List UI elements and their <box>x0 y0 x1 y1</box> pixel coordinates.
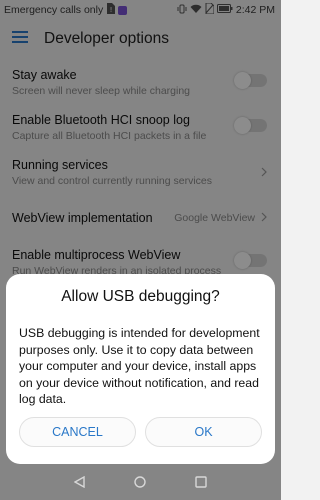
cancel-button[interactable]: CANCEL <box>19 417 136 447</box>
ok-button-label: OK <box>194 425 213 439</box>
home-icon[interactable] <box>125 467 155 497</box>
recents-icon[interactable] <box>186 467 216 497</box>
navigation-bar <box>0 464 281 500</box>
dialog-title: Allow USB debugging? <box>61 288 220 305</box>
usb-debugging-dialog: Allow USB debugging? USB debugging is in… <box>6 274 275 464</box>
dialog-message: USB debugging is intended for developmen… <box>19 326 260 406</box>
ok-button[interactable]: OK <box>145 417 262 447</box>
back-icon[interactable] <box>65 467 95 497</box>
cancel-button-label: CANCEL <box>52 425 103 439</box>
